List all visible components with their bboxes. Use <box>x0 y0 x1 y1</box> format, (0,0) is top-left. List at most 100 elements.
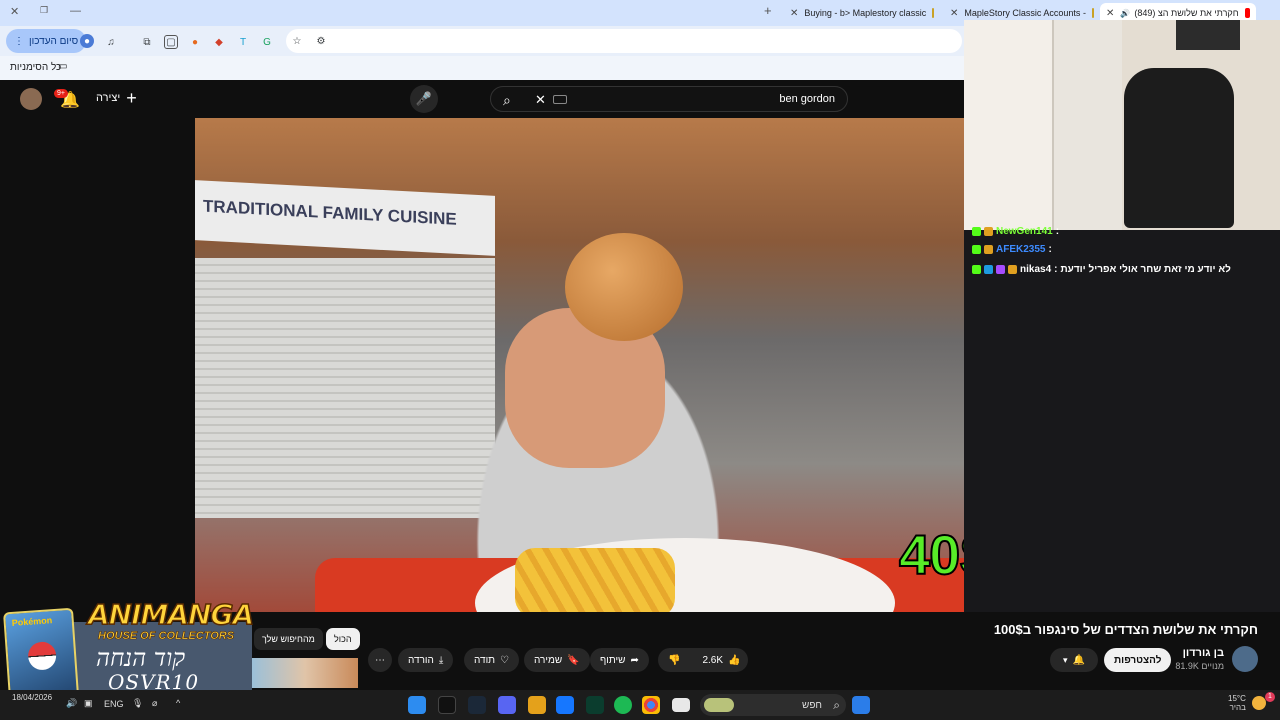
kick-badge-icon <box>972 227 981 236</box>
all-bookmarks-label[interactable]: כל הסימניות <box>10 62 61 73</box>
channel-subscribers: 81.9K מנויים <box>1175 661 1224 671</box>
site-settings-icon[interactable]: ⚙ <box>314 34 328 48</box>
notification-badge: 1 <box>1265 692 1275 702</box>
user-avatar[interactable] <box>20 88 42 110</box>
tab-close-icon[interactable]: ✕ <box>1106 8 1114 19</box>
search-icon: ⌕ <box>833 698 840 712</box>
clock-date[interactable]: 18/04/2026 <box>12 693 52 702</box>
bookmark-star-icon[interactable]: ☆ <box>290 34 304 48</box>
app-explorer-icon[interactable] <box>672 698 690 712</box>
weather-widget[interactable]: 15°C בהיר <box>1228 694 1246 712</box>
download-button[interactable]: הורדה ⤓ <box>398 648 454 672</box>
end-session-button[interactable]: ⋮ סיום העדכון <box>6 29 87 53</box>
network-icon[interactable]: ⌀ <box>152 698 157 709</box>
app-steam-icon[interactable] <box>468 696 486 714</box>
channel-avatar[interactable] <box>1232 646 1258 672</box>
chat-username[interactable]: AFEK2355 <box>996 244 1045 255</box>
stream-chat: NewGen141 : AFEK2355 : nikas4 : לא יודע … <box>964 226 1280 612</box>
microphone-icon: 🎤 <box>415 91 433 106</box>
video-player[interactable]: TRADITIONAL FAMILY CUISINE 40S$ <box>195 118 1075 612</box>
windows-taskbar: 18/04/2026 🔊 ▣ ENG 🎙 ⌀ ^ חפש ⌕ 15°C בהיר… <box>0 690 1280 720</box>
audio-icon[interactable]: 🔊 <box>1120 9 1130 18</box>
more-icon: ⋮ <box>14 35 24 47</box>
chip-from-search[interactable]: מהחיפוש שלך <box>254 628 323 650</box>
bookmark-icon: 🔖 <box>567 654 580 666</box>
app-maple-icon[interactable] <box>528 696 546 714</box>
clear-search-icon[interactable]: ✕ <box>535 92 546 108</box>
extension-grammar-icon[interactable]: G <box>260 35 274 49</box>
kick-badge-icon <box>972 245 981 254</box>
app-telegram-icon[interactable] <box>408 696 426 714</box>
tab-close-icon[interactable]: ✕ <box>950 8 958 19</box>
extension-translate-icon[interactable]: T <box>236 35 250 49</box>
tab-close-icon[interactable]: ✕ <box>790 8 798 19</box>
taskbar-search[interactable]: חפש ⌕ <box>700 694 846 716</box>
recommended-video-thumbnail[interactable] <box>252 658 358 688</box>
app-chrome-icon[interactable] <box>642 696 660 714</box>
chat-message: AFEK2355 : <box>972 244 1052 255</box>
language-indicator[interactable]: ENG <box>104 699 124 709</box>
close-window-icon[interactable]: ✕ <box>10 5 19 18</box>
create-button[interactable]: יצירה + <box>96 89 137 107</box>
chevron-down-icon: ▾ <box>1063 654 1068 665</box>
heart-dollar-icon: ♡ <box>500 654 510 666</box>
media-controls-icon[interactable]: ♫ <box>104 35 118 49</box>
extension-fox-icon[interactable]: ● <box>188 35 202 49</box>
voice-search-button[interactable]: 🎤 <box>410 85 438 113</box>
extensions-icon[interactable]: ⧉ <box>140 35 154 49</box>
search-input[interactable]: ben gordon <box>779 93 835 105</box>
display-icon[interactable]: ▣ <box>84 698 93 709</box>
chat-username[interactable]: nikas4 <box>1020 264 1051 275</box>
restore-window-icon[interactable]: ❐ <box>40 5 48 16</box>
more-actions-button[interactable]: ⋯ <box>368 648 392 672</box>
folder-icon: ▭ <box>58 61 68 72</box>
discount-code-label: קוד הנחה <box>96 644 186 672</box>
minimize-window-icon[interactable]: — <box>70 5 81 17</box>
mic-icon[interactable]: 🎙 <box>132 698 143 709</box>
weather-temp: 15°C <box>1228 694 1246 703</box>
chat-colon: : <box>1055 226 1060 237</box>
notifications-count-badge: 9+ <box>54 89 68 98</box>
app-discord-icon[interactable] <box>498 696 516 714</box>
tab-title: (849) חקרתי את שלושת הצ <box>1134 8 1239 18</box>
profile-icon[interactable]: ● <box>80 34 94 48</box>
start-button-icon[interactable] <box>852 696 870 714</box>
sub-badge-icon <box>984 227 993 236</box>
app-spotify-icon[interactable] <box>614 696 632 714</box>
tab-search-icon[interactable]: ▢ <box>164 35 178 49</box>
search-box[interactable]: ⌕ ✕ ben gordon <box>490 86 848 112</box>
tray-chevron-icon[interactable]: ^ <box>176 698 180 708</box>
bookmarks-bar: כל הסימניות ▭ <box>0 56 964 80</box>
download-label: הורדה <box>408 654 434 666</box>
notifications-button[interactable]: ▾ 🔔 <box>1050 648 1098 672</box>
dislike-button[interactable]: 👎 <box>668 655 680 666</box>
chat-message: NewGen141 : <box>972 226 1059 237</box>
share-button[interactable]: שיתוף ➦ <box>590 648 649 672</box>
webcam-monitor <box>1176 20 1240 50</box>
thanks-button[interactable]: תודה ♡ <box>464 648 520 672</box>
chat-colon: : <box>1048 244 1052 255</box>
like-icon[interactable]: 👍 <box>728 655 740 666</box>
extension-shield-icon[interactable]: ◆ <box>212 35 226 49</box>
channel-name[interactable]: בן גורדון <box>1183 647 1224 659</box>
video-fries <box>515 548 675 612</box>
chat-username[interactable]: NewGen141 <box>996 226 1053 237</box>
app-terminal-icon[interactable] <box>586 696 604 714</box>
video-food-ball <box>565 233 683 341</box>
thanks-label: תודה <box>474 654 496 666</box>
save-label: שמירה <box>534 654 563 666</box>
like-count[interactable]: 2.6K <box>702 655 723 666</box>
app-grid-icon[interactable] <box>556 696 574 714</box>
keyboard-icon[interactable] <box>553 95 567 104</box>
subscribe-button[interactable]: להצטרפות <box>1104 648 1172 672</box>
chip-all[interactable]: הכול <box>326 628 360 650</box>
create-label: יצירה <box>96 92 121 104</box>
address-bar[interactable]: ☆ ⚙ <box>286 29 962 53</box>
save-button[interactable]: שמירה 🔖 <box>524 648 590 672</box>
search-icon[interactable]: ⌕ <box>503 92 511 109</box>
subscribe-label: להצטרפות <box>1114 654 1162 666</box>
tab-buying[interactable]: ✕ Buying - b> Maplestory classic <box>784 3 940 23</box>
volume-icon[interactable]: 🔊 <box>66 698 77 709</box>
new-tab-icon[interactable]: + <box>764 3 772 18</box>
app-capcut-icon[interactable] <box>438 696 456 714</box>
